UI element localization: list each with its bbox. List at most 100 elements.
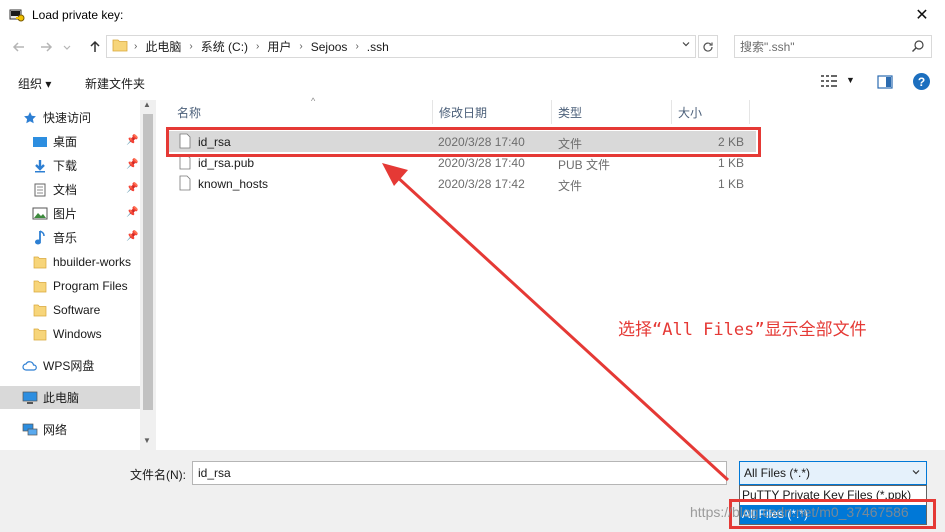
header-label: 名称 <box>177 105 202 120</box>
chevron-right-icon: › <box>256 41 260 52</box>
putty-key-icon <box>8 6 26 24</box>
pin-icon[interactable]: 📌 <box>126 207 138 218</box>
file-row[interactable]: known_hosts 2020/3/28 17:42 文件 1 KB <box>168 173 756 194</box>
help-icon[interactable]: ? <box>913 73 930 90</box>
scroll-thumb[interactable] <box>143 114 153 410</box>
nav-label: hbuilder-works <box>53 254 132 269</box>
refresh-icon <box>703 41 713 52</box>
nav-label: 快速访问 <box>43 111 92 125</box>
header-label: 类型 <box>558 105 583 120</box>
breadcrumb-ssh[interactable]: .ssh <box>367 40 389 54</box>
cloud-icon <box>22 358 38 374</box>
header-label: 修改日期 <box>439 105 488 120</box>
arrow-left-icon <box>12 42 24 52</box>
file-type-selected: All Files (*.*) <box>744 466 811 480</box>
download-icon <box>32 158 48 174</box>
nav-software[interactable]: Software <box>32 298 140 321</box>
organize-button[interactable]: 组织 ▾ <box>18 75 51 92</box>
forward-button[interactable] <box>35 36 57 58</box>
nav-label: Software <box>53 302 101 317</box>
scroll-down-icon[interactable]: ▼ <box>143 436 151 445</box>
search-input[interactable]: 搜索".ssh" <box>734 35 932 58</box>
nav-label: WPS网盘 <box>43 359 95 373</box>
column-header-size[interactable]: 大小 <box>672 100 750 124</box>
close-button[interactable]: ✕ <box>899 0 945 30</box>
file-type: 文件 <box>558 179 583 193</box>
network-icon <box>22 422 38 438</box>
arrow-right-icon <box>41 42 53 52</box>
back-button[interactable] <box>8 36 30 58</box>
preview-pane-icon[interactable] <box>877 75 893 92</box>
breadcrumb-sejoos[interactable]: Sejoos <box>311 40 348 54</box>
nav-label: Program Files <box>53 278 128 293</box>
title-bar: Load private key: ✕ <box>0 0 945 30</box>
music-icon <box>32 229 48 246</box>
nav-hbuilder-works[interactable]: hbuilder-works <box>32 250 140 273</box>
file-name: known_hosts <box>198 177 269 191</box>
folder-icon <box>32 278 48 294</box>
file-name: id_rsa.pub <box>198 156 255 170</box>
folder-icon <box>32 302 48 318</box>
nav-scrollbar[interactable]: ▲ ▼ <box>140 100 156 450</box>
address-bar[interactable]: › 此电脑 › 系统 (C:) › 用户 › Sejoos › .ssh <box>106 35 696 58</box>
navigation-pane: 快速访问 桌面 📌 下载 📌 文档 📌 图片 📌 音乐 📌 hbuilder-w… <box>0 100 156 450</box>
new-folder-button[interactable]: 新建文件夹 <box>85 75 145 92</box>
breadcrumb-this-pc[interactable]: 此电脑 <box>145 38 181 55</box>
watermark: https://blog.csdn.net/m0_37467586 <box>690 504 909 520</box>
nav-label: 文档 <box>53 183 78 197</box>
chevron-right-icon: › <box>134 41 138 52</box>
file-date: 2020/3/28 17:40 <box>438 156 525 170</box>
nav-label: Windows <box>53 326 102 341</box>
filename-input[interactable]: id_rsa <box>192 461 727 485</box>
search-icon <box>911 39 925 56</box>
star-icon <box>22 110 38 126</box>
nav-windows[interactable]: Windows <box>32 322 140 345</box>
file-type-select[interactable]: All Files (*.*) <box>739 461 927 485</box>
nav-label: 音乐 <box>53 231 78 245</box>
column-header-name[interactable]: 名称 ^ <box>171 96 433 124</box>
nav-this-pc[interactable]: 此电脑 <box>0 386 140 409</box>
pin-icon[interactable]: 📌 <box>126 159 138 170</box>
annotation-text: 选择“All Files”显示全部文件 <box>618 320 867 340</box>
filename-label: 文件名(N): <box>130 468 186 482</box>
breadcrumb-system-c[interactable]: 系统 (C:) <box>201 38 248 55</box>
pin-icon[interactable]: 📌 <box>126 183 138 194</box>
address-dropdown-icon[interactable] <box>681 39 691 52</box>
column-header-type[interactable]: 类型 <box>552 100 672 124</box>
nav-label: 网络 <box>43 423 68 437</box>
view-options-icon[interactable] <box>820 74 838 91</box>
chevron-down-icon <box>63 45 71 50</box>
scroll-up-icon[interactable]: ▲ <box>143 100 151 109</box>
refresh-button[interactable] <box>698 35 718 58</box>
nav-label: 下载 <box>53 159 78 173</box>
column-header-date[interactable]: 修改日期 <box>433 100 552 124</box>
highlight-box-id-rsa <box>166 127 761 157</box>
sort-ascending-icon: ^ <box>311 96 316 106</box>
folder-icon <box>32 326 48 342</box>
arrow-up-icon <box>90 40 100 52</box>
desktop-icon <box>32 134 48 150</box>
up-button[interactable] <box>84 36 106 58</box>
nav-program-files[interactable]: Program Files <box>32 274 140 297</box>
nav-label: 图片 <box>53 207 78 221</box>
pin-icon[interactable]: 📌 <box>126 135 138 146</box>
document-icon <box>32 182 48 198</box>
window-title: Load private key: <box>32 8 124 22</box>
command-bar: 组织 ▾ 新建文件夹 ▼ ? <box>0 64 945 100</box>
chevron-right-icon: › <box>299 41 303 52</box>
nav-label: 桌面 <box>53 135 78 149</box>
chevron-right-icon: › <box>189 41 193 52</box>
chevron-right-icon: › <box>355 41 359 52</box>
header-label: 大小 <box>678 105 703 120</box>
close-icon: ✕ <box>915 7 929 24</box>
folder-icon <box>32 254 48 270</box>
folder-icon <box>112 38 128 55</box>
pin-icon[interactable]: 📌 <box>126 231 138 242</box>
recent-locations-button[interactable] <box>60 36 74 58</box>
file-icon <box>179 175 191 194</box>
view-dropdown-icon[interactable]: ▼ <box>846 75 855 85</box>
breadcrumb-users[interactable]: 用户 <box>267 38 291 55</box>
file-type: PUB 文件 <box>558 158 611 172</box>
nav-label: 此电脑 <box>43 391 80 405</box>
file-size: 1 KB <box>717 156 744 170</box>
